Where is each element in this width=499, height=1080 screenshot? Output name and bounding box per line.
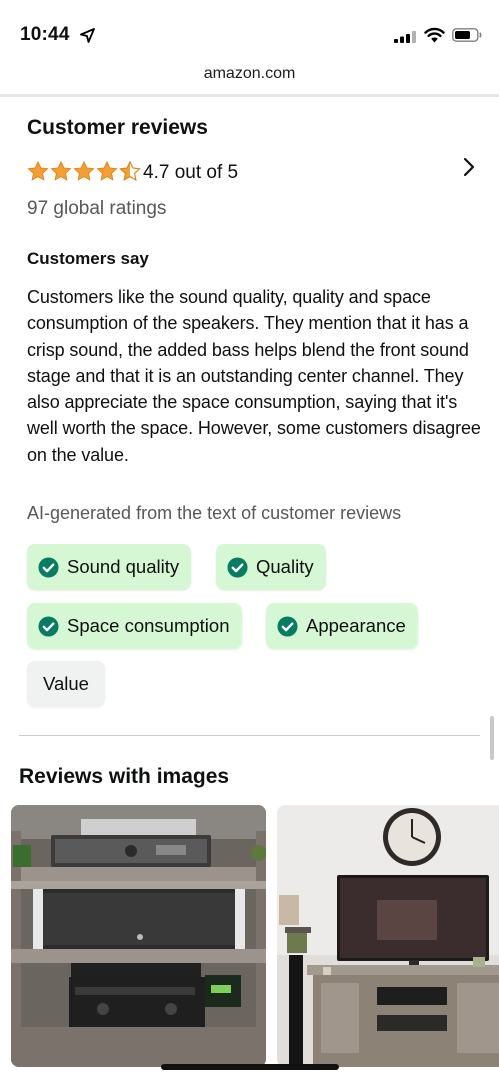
status-bar: 10:44 xyxy=(0,0,499,62)
status-time: 10:44 xyxy=(20,24,70,45)
review-summary-text: Customers like the sound quality, qualit… xyxy=(27,287,481,465)
aspect-chip-appearance[interactable]: Appearance xyxy=(266,603,418,649)
aspect-chip-label: Space consumption xyxy=(67,615,230,636)
rating-summary: 4.7 out of 5 xyxy=(143,162,239,183)
review-image-thumbnail[interactable] xyxy=(277,805,499,1067)
review-photo-tv-stand-closeup xyxy=(11,805,266,1067)
check-circle-icon xyxy=(38,556,59,578)
star-rating xyxy=(27,161,141,182)
section-title-reviews-with-images: Reviews with images xyxy=(19,765,230,788)
aspect-chip-label: Appearance xyxy=(306,615,406,636)
aspect-chip-value[interactable]: Value xyxy=(27,661,105,707)
section-divider xyxy=(19,735,480,736)
review-image-thumbnail[interactable] xyxy=(11,805,266,1067)
star-icon xyxy=(73,161,95,181)
section-title-customer-reviews: Customer reviews xyxy=(27,116,208,139)
wifi-icon xyxy=(424,27,445,43)
check-circle-icon xyxy=(227,556,248,578)
signal-icon xyxy=(394,31,416,43)
customers-say-heading: Customers say xyxy=(27,249,149,268)
star-icon xyxy=(96,161,118,181)
star-icon xyxy=(27,161,49,181)
divider xyxy=(0,94,499,97)
battery-icon xyxy=(452,28,482,42)
star-half-icon xyxy=(119,161,141,182)
check-circle-icon xyxy=(38,615,59,637)
address-bar[interactable]: amazon.com xyxy=(0,62,499,92)
aspect-chip-quality[interactable]: Quality xyxy=(216,544,326,590)
ai-generated-note: AI-generated from the text of customer r… xyxy=(27,503,402,523)
review-photo-living-room xyxy=(277,805,499,1067)
star-icon xyxy=(50,161,72,181)
location-arrow-icon xyxy=(80,28,95,43)
aspect-chip-label: Value xyxy=(43,673,89,694)
chevron-right-icon[interactable] xyxy=(459,156,479,178)
home-indicator[interactable] xyxy=(161,1064,339,1070)
aspect-chip-label: Quality xyxy=(256,556,314,577)
aspect-chip-sound-quality[interactable]: Sound quality xyxy=(27,544,192,590)
aspect-chip-label: Sound quality xyxy=(67,556,180,577)
check-circle-icon xyxy=(277,615,298,637)
global-ratings-count[interactable]: 97 global ratings xyxy=(27,198,166,220)
aspect-chip-space-consumption[interactable]: Space consumption xyxy=(27,603,242,649)
scrollbar[interactable] xyxy=(490,716,494,760)
